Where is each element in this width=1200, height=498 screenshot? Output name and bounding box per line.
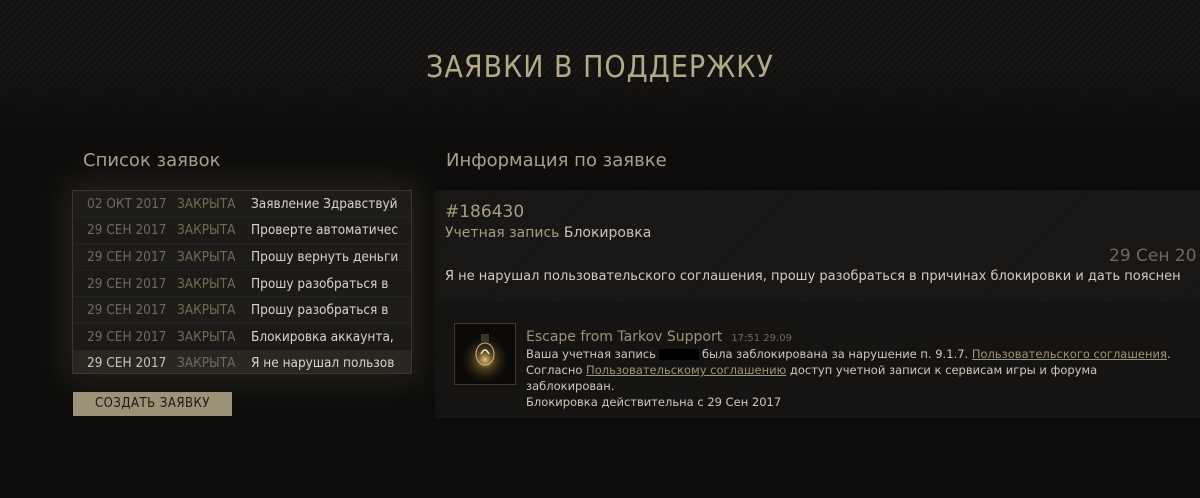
ticket-subject: Прошу разобраться в <box>251 275 389 292</box>
reply-author: Escape from Tarkov Support <box>526 329 723 345</box>
reply-text: . <box>1166 347 1171 361</box>
reply-text: Ваша учетная запись <box>526 347 656 361</box>
ticket-info-panel: #186430 Учетная запись Блокировка 29 Сен… <box>435 190 1200 418</box>
ticket-category-label: Учетная запись <box>445 225 560 241</box>
ticket-date: 29 СЕН 2017 <box>87 275 167 292</box>
ticket-date: 02 ОКТ 2017 <box>87 195 167 212</box>
reply-text: была заблокирована за нарушение п. 9.1.7… <box>701 347 969 361</box>
reply-line: Согласно Пользовательскому соглашению до… <box>526 362 1186 394</box>
ticket-message: Я не нарушал пользовательского соглашени… <box>445 269 1181 284</box>
ticket-date: 29 СЕН 2017 <box>87 222 167 239</box>
reply-text: Согласно <box>526 363 583 377</box>
ticket-info-heading: Информация по заявке <box>446 150 667 171</box>
page-title: ЗАЯВКИ В ПОДДЕРЖКУ <box>426 50 774 85</box>
ticket-created-date: 29 Сен 20 <box>1109 246 1197 266</box>
ticket-list: 02 ОКТ 2017 ЗАКРЫТА Заявление Здравствуй… <box>72 190 412 374</box>
support-avatar <box>454 323 516 385</box>
ticket-subject: Прошу разобраться в <box>251 302 389 319</box>
ticket-status: ЗАКРЫТА <box>177 275 236 292</box>
create-ticket-button[interactable]: СОЗДАТЬ ЗАЯВКУ <box>73 392 232 416</box>
reply-time: 17:51 29.09 <box>731 333 792 344</box>
ticket-row[interactable]: 29 СЕН 2017 ЗАКРЫТА Прошу разобраться в <box>73 297 411 324</box>
reply-line: Блокировка действительна с 29 Сен 2017 <box>526 395 782 409</box>
lightbulb-icon <box>455 324 515 384</box>
ticket-subject: Заявление Здравствуй <box>251 195 398 212</box>
ticket-row[interactable]: 29 СЕН 2017 ЗАКРЫТА Прошу вернуть деньги <box>73 244 411 271</box>
ticket-subcategory-label: Блокировка <box>563 225 652 241</box>
ticket-subject: Прошу вернуть деньги <box>251 248 399 265</box>
ticket-date: 29 СЕН 2017 <box>87 302 167 319</box>
ticket-id: #186430 <box>445 202 525 222</box>
ticket-status: ЗАКРЫТА <box>177 328 236 345</box>
ticket-subject: Проверте автоматичес <box>251 222 399 239</box>
ticket-date: 29 СЕН 2017 <box>87 328 167 345</box>
user-agreement-link[interactable]: Пользовательскому соглашению <box>586 363 786 377</box>
ticket-row[interactable]: 02 ОКТ 2017 ЗАКРЫТА Заявление Здравствуй <box>73 191 411 218</box>
reply-line: Ваша учетная запись была заблокирована за… <box>526 346 1186 362</box>
ticket-status: ЗАКРЫТА <box>177 355 236 372</box>
ticket-status: ЗАКРЫТА <box>177 302 236 319</box>
ticket-subject: Блокировка аккаунта, <box>251 328 394 345</box>
ticket-date: 29 СЕН 2017 <box>87 355 167 372</box>
ticket-list-heading: Список заявок <box>83 150 221 171</box>
ticket-row[interactable]: 29 СЕН 2017 ЗАКРЫТА Прошу разобраться в <box>73 271 411 298</box>
ticket-status: ЗАКРЫТА <box>177 222 236 239</box>
ticket-status: ЗАКРЫТА <box>177 248 236 265</box>
ticket-status: ЗАКРЫТА <box>177 195 236 212</box>
reply-message: Ваша учетная запись была заблокирована за… <box>526 346 1186 410</box>
user-agreement-link[interactable]: Пользовательского соглашения <box>972 347 1167 361</box>
ticket-row[interactable]: 29 СЕН 2017 ЗАКРЫТА Проверте автоматичес <box>73 218 411 245</box>
ticket-row[interactable]: 29 СЕН 2017 ЗАКРЫТА Блокировка аккаунта, <box>73 324 411 351</box>
ticket-date: 29 СЕН 2017 <box>87 248 167 265</box>
ticket-row-selected[interactable]: 29 СЕН 2017 ЗАКРЫТА Я не нарушал пользов <box>73 350 411 373</box>
ticket-category: Учетная запись Блокировка <box>445 225 651 241</box>
ticket-subject: Я не нарушал пользов <box>251 355 395 372</box>
reply-header: Escape from Tarkov Support 17:51 29.09 <box>526 326 792 345</box>
redacted-account <box>658 349 699 360</box>
